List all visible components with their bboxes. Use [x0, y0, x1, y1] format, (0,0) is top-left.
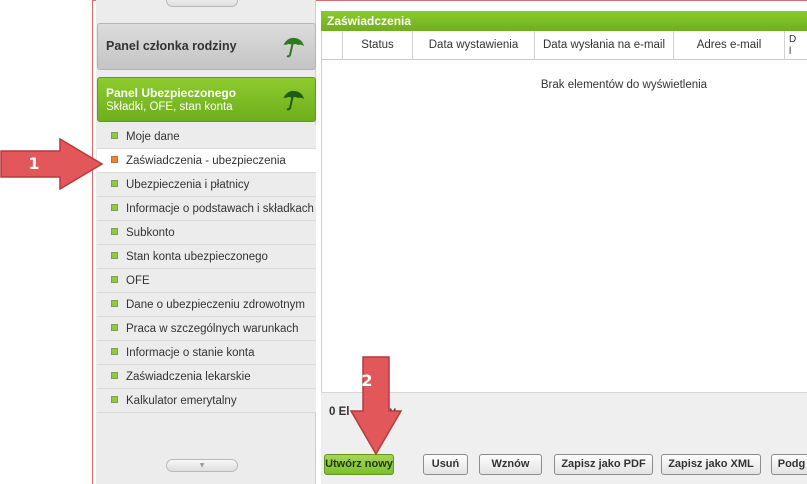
sidebar-item-label: Zaświadczenia - ubezpieczenia	[126, 155, 286, 167]
sidebar-item-ubezpieczenia-platnicy[interactable]: Ubezpieczenia i płatnicy	[97, 173, 316, 197]
delete-button[interactable]: Usuń	[423, 454, 468, 475]
column-header-email-address[interactable]: Adres e-mail	[674, 31, 785, 60]
bullet-icon	[111, 348, 118, 356]
column-header-issue-date[interactable]: Data wystawienia	[413, 31, 535, 60]
sidebar-item-label: Informacje o stanie konta	[126, 347, 255, 359]
sidebar-item-zaswiadczenia-ubezpieczenia[interactable]: Zaświadczenia - ubezpieczenia	[97, 149, 316, 173]
bullet-icon	[111, 156, 118, 164]
sidebar-item-praca-warunki[interactable]: Praca w szczególnych warunkach	[97, 317, 316, 341]
bullet-icon	[111, 204, 118, 212]
sidebar-item-label: Kalkulator emerytalny	[126, 395, 237, 407]
empty-message: Brak elementów do wyświetlenia	[540, 79, 708, 91]
frame-border-left	[92, 0, 93, 484]
bullet-icon	[111, 300, 118, 308]
page: Panel członka rodziny Panel Ubezpieczone…	[0, 0, 807, 484]
sidebar-item-label: Zaświadczenia lekarskie	[126, 371, 251, 383]
umbrella-icon	[283, 37, 304, 58]
sidebar-item-label: Informacje o podstawach i składkach	[126, 203, 314, 215]
sidebar-item-label: Subkonto	[126, 227, 175, 239]
column-header-truncated[interactable]: D l	[785, 31, 807, 60]
create-new-button[interactable]: Utwórz nowy	[324, 454, 394, 475]
bullet-icon	[111, 252, 118, 260]
annotation-number-2: 2	[361, 371, 373, 390]
save-xml-button[interactable]: Zapisz jako XML	[661, 454, 761, 475]
insured-panel-title: Panel Ubezpieczonego	[106, 86, 237, 100]
bullet-icon	[111, 324, 118, 332]
sidebar-item-label: Praca w szczególnych warunkach	[126, 323, 299, 335]
grid-title: Zaświadczenia	[321, 11, 807, 31]
sidebar-item-zaswiadczenia-lekarskie[interactable]: Zaświadczenia lekarskie	[97, 365, 316, 389]
insured-panel-subtitle: Składki, OFE, stan konta	[106, 101, 233, 113]
save-pdf-button[interactable]: Zapisz jako PDF	[554, 454, 653, 475]
sidebar-menu: Moje dane Zaświadczenia - ubezpieczenia …	[97, 125, 316, 413]
preview-button[interactable]: Podg	[771, 454, 807, 475]
bullet-icon	[111, 372, 118, 380]
family-panel-title: Panel członka rodziny	[106, 39, 237, 53]
sidebar-item-label: Ubezpieczenia i płatnicy	[126, 179, 250, 191]
column-header-select[interactable]	[321, 31, 343, 60]
bullet-icon	[111, 180, 118, 188]
family-member-panel[interactable]: Panel członka rodziny	[97, 23, 316, 70]
umbrella-icon	[283, 90, 304, 111]
sidebar-item-stan-konta[interactable]: Stan konta ubezpieczonego	[97, 245, 316, 269]
sidebar-item-informacje-podstawy[interactable]: Informacje o podstawach i składkach	[97, 197, 316, 221]
scroll-down-button[interactable]: ▼	[166, 459, 238, 472]
sidebar-item-kalkulator[interactable]: Kalkulator emerytalny	[97, 389, 316, 413]
annotation-arrow-1	[0, 138, 104, 190]
bullet-icon	[111, 396, 118, 404]
bullet-icon	[111, 276, 118, 284]
column-header-email-sent-date[interactable]: Data wysłania na e-mail	[535, 31, 674, 60]
sidebar-item-label: OFE	[126, 275, 150, 287]
sidebar-item-subkonto[interactable]: Subkonto	[97, 221, 316, 245]
sidebar-item-label: Moje dane	[126, 131, 180, 143]
bullet-icon	[111, 228, 118, 236]
sidebar-item-label: Dane o ubezpieczeniu zdrowotnym	[126, 299, 305, 311]
sidebar-item-moje-dane[interactable]: Moje dane	[97, 125, 316, 149]
sidebar-item-label: Stan konta ubezpieczonego	[126, 251, 268, 263]
insured-panel[interactable]: Panel Ubezpieczonego Składki, OFE, stan …	[97, 77, 316, 122]
record-count-text: 0 El	[329, 406, 350, 418]
column-header-status[interactable]: Status	[343, 31, 413, 60]
annotation-number-1: 1	[28, 154, 40, 173]
sidebar-item-informacje-stan-konta[interactable]: Informacje o stanie konta	[97, 341, 316, 365]
chevron-down-icon: ▼	[199, 462, 205, 469]
resume-button[interactable]: Wznów	[479, 454, 542, 475]
sidebar-item-ubezpieczenie-zdrowotne[interactable]: Dane o ubezpieczeniu zdrowotnym	[97, 293, 316, 317]
grid-header: Status Data wystawienia Data wysłania na…	[321, 31, 807, 60]
bullet-icon	[111, 132, 118, 140]
sidebar: Panel członka rodziny Panel Ubezpieczone…	[96, 0, 316, 484]
sidebar-item-ofe[interactable]: OFE	[97, 269, 316, 293]
scroll-up-button[interactable]	[166, 0, 238, 7]
